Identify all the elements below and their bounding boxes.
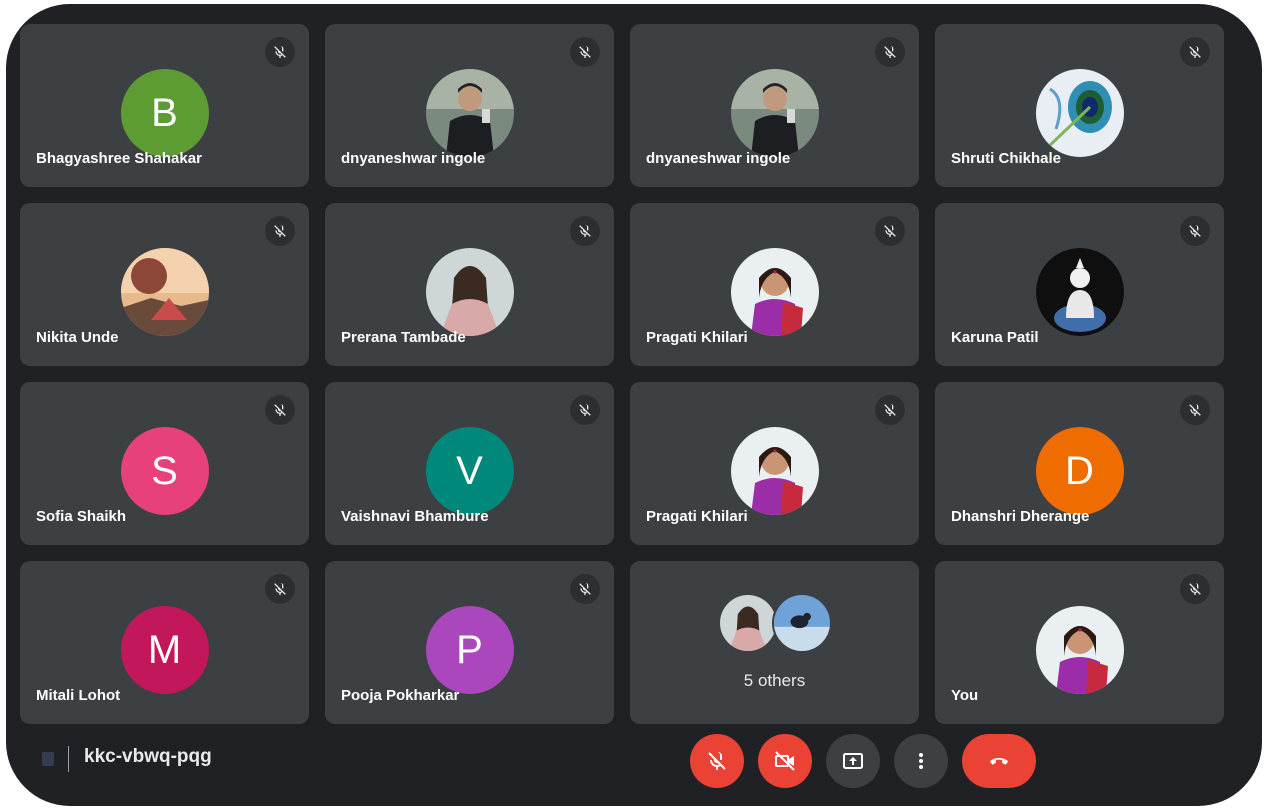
- participant-name: Karuna Patil: [951, 329, 1039, 346]
- participant-tile[interactable]: You: [935, 561, 1224, 724]
- participant-tile[interactable]: S Sofia Shaikh: [20, 382, 309, 545]
- participant-name: dnyaneshwar ingole: [646, 150, 791, 167]
- mic-muted-icon: [265, 37, 295, 67]
- mic-muted-icon: [570, 574, 600, 604]
- avatar-photo: [425, 69, 514, 157]
- participant-name: Bhagyashree Shahakar: [36, 150, 202, 167]
- mic-muted-icon: [570, 37, 600, 67]
- others-tile[interactable]: 5 others: [630, 561, 919, 724]
- participant-tile[interactable]: Pragati Khilari: [630, 382, 919, 545]
- mic-muted-icon: [265, 395, 295, 425]
- participant-name: Pooja Pokharkar: [341, 687, 460, 704]
- participant-tile[interactable]: M Mitali Lohot: [20, 561, 309, 724]
- mic-muted-icon: [1180, 216, 1210, 246]
- phone-hangup-icon: [990, 758, 1008, 765]
- mic-muted-icon: [875, 37, 905, 67]
- avatar-photo: [730, 69, 819, 157]
- bottom-toolbar: kkc-vbwq-pqg: [6, 726, 1262, 806]
- participant-name: Pragati Khilari: [646, 508, 748, 525]
- participant-name: Mitali Lohot: [36, 687, 121, 704]
- avatar-photo: [771, 593, 832, 653]
- present-screen-button[interactable]: [826, 734, 880, 788]
- participant-tile[interactable]: Prerana Tambade: [325, 203, 614, 366]
- camera-off-button[interactable]: [758, 734, 812, 788]
- participant-name: Sofia Shaikh: [36, 508, 127, 525]
- mic-muted-icon: [265, 216, 295, 246]
- participant-name: Dhanshri Dherange: [951, 508, 1090, 525]
- others-count-label: 5 others: [743, 671, 806, 690]
- more-options-button[interactable]: [894, 734, 948, 788]
- camera-off-icon: [775, 751, 795, 771]
- call-controls: [690, 734, 1036, 788]
- participant-tile[interactable]: Nikita Unde: [20, 203, 309, 366]
- meeting-info-icon[interactable]: [42, 752, 54, 766]
- participant-grid: B Bhagyashree Shahakar dnyaneshwar ingole d…: [20, 24, 1224, 724]
- participant-name: Shruti Chikhale: [951, 150, 1062, 167]
- avatar: M: [120, 606, 209, 694]
- avatar: P: [425, 606, 514, 694]
- more-vert-icon: [919, 753, 923, 769]
- avatar: B: [120, 69, 209, 157]
- avatar-photo: [1035, 69, 1124, 157]
- participant-name: You: [951, 687, 979, 704]
- participant-name: Pragati Khilari: [646, 329, 748, 346]
- meet-window: B Bhagyashree Shahakar dnyaneshwar ingole d…: [6, 4, 1262, 806]
- avatar-photo: [1035, 606, 1124, 694]
- participant-tile[interactable]: B Bhagyashree Shahakar: [20, 24, 309, 187]
- mic-muted-icon: [1180, 395, 1210, 425]
- avatar-photo: [730, 248, 819, 336]
- others-avatars: [717, 593, 832, 653]
- mic-muted-icon: [875, 395, 905, 425]
- participant-tile[interactable]: D Dhanshri Dherange: [935, 382, 1224, 545]
- participant-tile[interactable]: P Pooja Pokharkar: [325, 561, 614, 724]
- avatar-photo: [730, 427, 819, 515]
- mic-muted-icon: [1180, 37, 1210, 67]
- participant-tile[interactable]: Pragati Khilari: [630, 203, 919, 366]
- avatar-photo: [120, 248, 209, 336]
- mic-off-icon: [708, 751, 726, 770]
- participant-name: Vaishnavi Bhambure: [341, 508, 489, 525]
- leave-call-button[interactable]: [962, 734, 1036, 788]
- avatar: V: [425, 427, 514, 515]
- avatar: D: [1035, 427, 1124, 515]
- mic-muted-icon: [570, 216, 600, 246]
- participant-tile[interactable]: dnyaneshwar ingole: [630, 24, 919, 187]
- mic-muted-icon: [570, 395, 600, 425]
- participant-name: Prerana Tambade: [341, 329, 466, 346]
- avatar-photo: [425, 248, 514, 336]
- divider: [68, 746, 69, 772]
- participant-name: dnyaneshwar ingole: [341, 150, 486, 167]
- avatar-photo: [717, 593, 778, 653]
- meeting-code: kkc-vbwq-pqg: [84, 746, 212, 767]
- mic-muted-icon: [265, 574, 295, 604]
- avatar: S: [120, 427, 209, 515]
- participant-tile[interactable]: V Vaishnavi Bhambure: [325, 382, 614, 545]
- participant-tile[interactable]: Karuna Patil: [935, 203, 1224, 366]
- mic-muted-icon: [875, 216, 905, 246]
- participant-name: Nikita Unde: [36, 329, 119, 346]
- participant-tile[interactable]: Shruti Chikhale: [935, 24, 1224, 187]
- microphone-off-button[interactable]: [690, 734, 744, 788]
- avatar-photo: [1035, 248, 1124, 336]
- participant-tile[interactable]: dnyaneshwar ingole: [325, 24, 614, 187]
- present-icon: [843, 753, 863, 769]
- mic-muted-icon: [1180, 574, 1210, 604]
